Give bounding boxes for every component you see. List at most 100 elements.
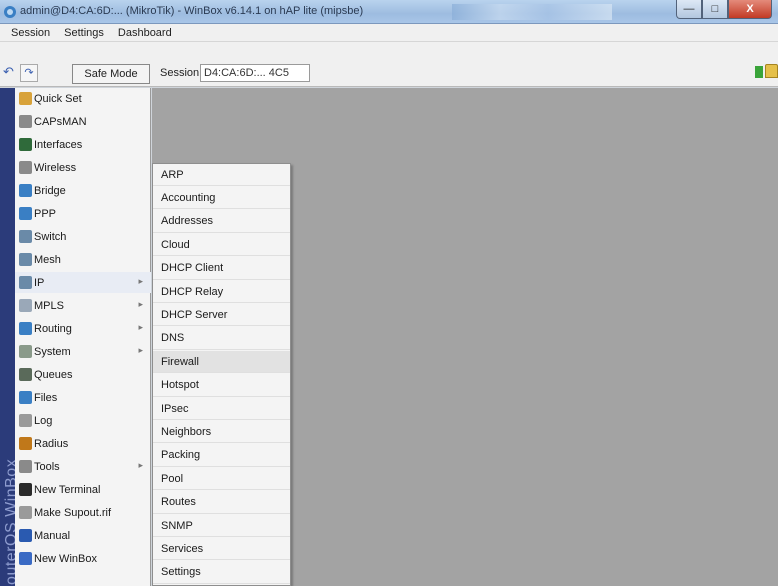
left-menu-item-interfaces[interactable]: Interfaces [15,134,151,155]
left-menu-label: IP [34,276,45,289]
minimize-button[interactable]: — [676,0,702,19]
left-menu-item-log[interactable]: Log [15,410,151,431]
safe-mode-button[interactable]: Safe Mode [72,64,150,84]
submenu-item-dhcp-server[interactable]: DHCP Server [153,304,290,327]
redo-icon[interactable]: ↷ [20,64,38,82]
left-menu: Quick Set CAPsMAN Interfaces Wireless Bridge… [15,88,151,586]
submenu-item-routes[interactable]: Routes [153,492,290,514]
left-menu-label: Bridge [34,184,66,197]
left-menu-item-new-winbox[interactable]: New WinBox [15,548,151,569]
session-field[interactable]: D4:CA:6D:... 4C5 [200,64,310,82]
submenu-arrow-icon: ▸ [138,276,143,286]
maximize-icon: □ [711,3,719,15]
submenu-item-dhcp-client[interactable]: DHCP Client [153,258,290,280]
submenu-item-ipsec[interactable]: IPsec [153,398,290,420]
left-menu-label: Queues [34,368,73,381]
winbox-icon [19,552,32,565]
ip-submenu: ARP Accounting Addresses Cloud DHCP Client DH… [152,163,291,586]
submenu-item-accounting[interactable]: Accounting [153,187,290,210]
left-menu-label: Tools [34,460,60,473]
menu-dashboard[interactable]: Dashboard [111,27,179,39]
submenu-item-arp[interactable]: ARP [153,164,290,186]
capsman-icon [19,115,32,128]
left-menu-label: CAPsMAN [34,115,87,128]
submenu-item-settings[interactable]: Settings [153,562,290,584]
left-menu-label: Make Supout.rif [34,506,112,519]
submenu-item-services[interactable]: Services [153,538,290,561]
left-menu-item-queues[interactable]: Queues [15,364,151,385]
manual-icon [19,529,32,542]
left-menu-label: System [34,345,71,358]
submenu-item-pool[interactable]: Pool [153,468,290,491]
menu-settings[interactable]: Settings [57,27,111,39]
left-menu-item-system[interactable]: System ▸ [15,341,151,362]
left-menu-item-switch[interactable]: Switch [15,226,151,247]
submenu-arrow-icon: ▸ [138,460,143,470]
left-menu-item-radius[interactable]: Radius [15,433,151,454]
ppp-icon [19,207,32,220]
ip-icon [19,276,32,289]
left-menu-item-wireless[interactable]: Wireless [15,157,151,178]
undo-icon[interactable]: ↶ [3,64,14,80]
left-menu-label: Mesh [34,253,61,266]
left-menu-item-files[interactable]: Files [15,387,151,408]
toolbar: ↶ ↷ Safe Mode Session: D4:CA:6D:... 4C5 [0,42,778,87]
close-button[interactable]: X [728,0,772,19]
left-menu-label: Switch [34,230,67,243]
quickset-icon [19,92,32,105]
files-icon [19,391,32,404]
left-menu-item-new-terminal[interactable]: New Terminal [15,479,151,500]
routing-icon [19,322,32,335]
submenu-arrow-icon: ▸ [138,322,143,332]
left-menu-item-quick-set[interactable]: Quick Set [15,88,151,109]
left-menu-item-capsman[interactable]: CAPsMAN [15,111,151,132]
submenu-item-firewall[interactable]: Firewall [153,351,290,374]
left-menu-item-manual[interactable]: Manual [15,525,151,546]
submenu-item-snmp[interactable]: SNMP [153,515,290,537]
status-indicator-icon [755,66,763,78]
submenu-item-dns[interactable]: DNS [153,328,290,350]
brand-strip: RouterOS WinBox [0,88,20,586]
submenu-item-dhcp-relay[interactable]: DHCP Relay [153,281,290,303]
submenu-item-hotspot[interactable]: Hotspot [153,375,290,397]
left-menu-item-mesh[interactable]: Mesh [15,249,151,270]
left-menu-label: Manual [34,529,71,542]
tools-icon [19,460,32,473]
window-title: admin@D4:CA:6D:... (MikroTik) - WinBox v… [20,5,364,17]
left-menu-label: Files [34,391,58,404]
bridge-icon [19,184,32,197]
left-menu-item-ip[interactable]: IP ▸ [15,272,151,293]
lock-icon [765,64,778,78]
submenu-item-addresses[interactable]: Addresses [153,211,290,233]
submenu-arrow-icon: ▸ [138,299,143,309]
submenu-item-packing[interactable]: Packing [153,445,290,467]
left-menu-item-make-supout-rif[interactable]: Make Supout.rif [15,502,151,523]
left-menu-label: New Terminal [34,483,101,496]
left-menu-item-tools[interactable]: Tools ▸ [15,456,151,477]
submenu-item-neighbors[interactable]: Neighbors [153,421,290,444]
maximize-button[interactable]: □ [702,0,728,19]
left-menu-item-bridge[interactable]: Bridge [15,180,151,201]
radius-icon [19,437,32,450]
winbox-app-icon [4,6,16,18]
submenu-arrow-icon: ▸ [138,345,143,355]
left-menu-label: Wireless [34,161,77,174]
left-menu-item-ppp[interactable]: PPP [15,203,151,224]
left-menu-label: Log [34,414,53,427]
submenu-item-cloud[interactable]: Cloud [153,234,290,257]
switch-icon [19,230,32,243]
menu-bar: Session Settings Dashboard [0,24,778,42]
mesh-icon [19,253,32,266]
system-icon [19,345,32,358]
left-menu-item-mpls[interactable]: MPLS ▸ [15,295,151,316]
left-menu-label: Quick Set [34,92,82,105]
menu-session[interactable]: Session [4,27,57,39]
left-menu-label: Interfaces [34,138,83,151]
left-menu-label: MPLS [34,299,64,312]
left-menu-item-routing[interactable]: Routing ▸ [15,318,151,339]
queues-icon [19,368,32,381]
title-bar: admin@D4:CA:6D:... (MikroTik) - WinBox v… [0,0,778,24]
left-menu-label: Routing [34,322,72,335]
terminal-icon [19,483,32,496]
left-menu-label: PPP [34,207,57,220]
